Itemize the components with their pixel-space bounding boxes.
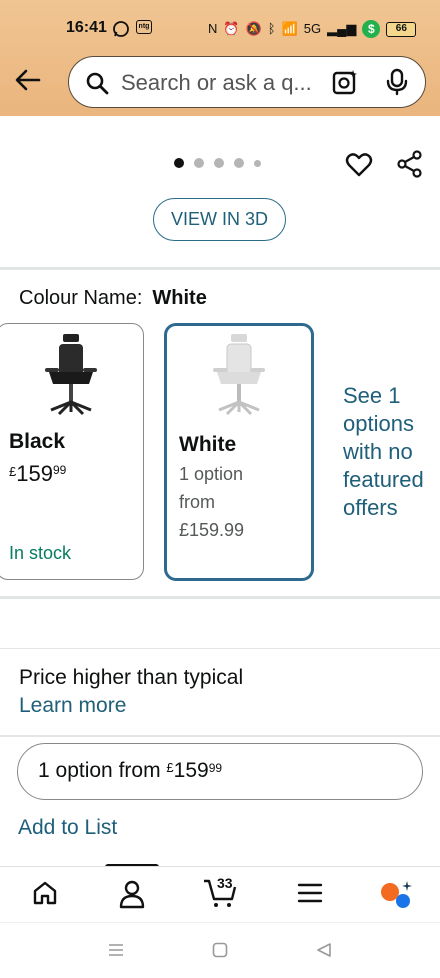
price-note: Price higher than typical xyxy=(19,666,244,689)
swatch-price: £15999 xyxy=(9,461,67,486)
learn-more-link[interactable]: Learn more xyxy=(19,694,126,718)
search-icon xyxy=(86,72,109,95)
option-currency: £ xyxy=(166,760,174,775)
bluetooth-icon: ᛒ xyxy=(267,21,276,36)
option-price-whole: 159 xyxy=(173,759,209,782)
status-bar: 16:41 ntg N ⏰ 🔕 ᛒ 📶 5G ▂▄▆ $ 66 xyxy=(0,16,440,44)
battery-icon: 66 xyxy=(386,21,417,37)
heart-icon[interactable] xyxy=(345,150,373,178)
microphone-icon[interactable] xyxy=(385,68,409,96)
menu-icon[interactable] xyxy=(296,879,324,907)
add-to-list-link[interactable]: Add to List xyxy=(18,816,117,840)
see-options-line: options xyxy=(343,411,414,436)
back-button[interactable] xyxy=(14,66,42,94)
cart-button[interactable]: 33 xyxy=(202,875,238,914)
network-type-icon: 5G xyxy=(303,21,322,36)
carousel-dot[interactable] xyxy=(254,159,261,167)
status-time: 16:41 xyxy=(66,19,107,36)
see-options-line: See 1 xyxy=(343,383,401,408)
carousel-dot[interactable] xyxy=(234,158,244,168)
see-options-line: featured xyxy=(343,467,424,492)
see-options-line: offers xyxy=(343,495,398,520)
account-icon[interactable] xyxy=(118,879,146,909)
search-input[interactable]: Search or ask a q... xyxy=(121,70,312,96)
rufus-icon[interactable] xyxy=(379,879,413,911)
home-button-icon[interactable] xyxy=(212,942,228,958)
section-divider xyxy=(0,735,440,737)
swatch-option-line: from xyxy=(179,492,215,512)
colour-label: Colour Name: xyxy=(19,287,143,309)
section-divider xyxy=(0,267,440,270)
swatch-black[interactable]: Black £15999 In stock xyxy=(0,323,144,580)
app-notification-icon: ntg xyxy=(136,20,152,34)
view-in-3d-button[interactable]: VIEW IN 3D xyxy=(153,198,286,241)
search-bar[interactable]: Search or ask a q... xyxy=(68,56,426,108)
colour-value: White xyxy=(152,287,207,309)
arrow-left-icon xyxy=(15,69,41,91)
section-divider xyxy=(0,648,440,649)
back-triangle-icon[interactable] xyxy=(316,942,332,958)
status-right-icons: N ⏰ 🔕 ᛒ 📶 5G ▂▄▆ $ 66 xyxy=(208,19,417,39)
swatch-name: White xyxy=(179,433,237,456)
swatch-option-price: £159.99 xyxy=(179,520,245,540)
chair-white-image xyxy=(213,334,265,416)
carousel-dot[interactable] xyxy=(174,158,184,168)
recent-apps-icon[interactable] xyxy=(108,943,124,957)
section-divider xyxy=(0,596,440,599)
alarm-icon: ⏰ xyxy=(223,21,240,36)
option-price-fraction: 99 xyxy=(208,761,223,775)
mute-icon: 🔕 xyxy=(245,21,262,36)
whatsapp-icon xyxy=(113,21,129,37)
stock-status: In stock xyxy=(9,543,72,563)
app-header: 16:41 ntg N ⏰ 🔕 ᛒ 📶 5G ▂▄▆ $ 66 Search o… xyxy=(0,0,440,116)
wifi-icon: 📶 xyxy=(281,21,298,36)
see-options-line: with no xyxy=(343,439,413,464)
status-left-icons: ntg xyxy=(112,20,152,38)
signal-icon: ▂▄▆ xyxy=(327,21,357,36)
option-prefix: 1 option from xyxy=(38,759,167,782)
bottom-nav: 33 xyxy=(0,866,440,922)
see-options-link[interactable]: See 1 options with no featured offers xyxy=(343,382,438,522)
swatch-white[interactable]: White 1 option from £159.99 xyxy=(164,323,314,581)
home-icon[interactable] xyxy=(31,879,59,907)
image-carousel-dots xyxy=(174,158,261,168)
swatch-option-line: 1 option xyxy=(179,464,244,484)
share-icon[interactable] xyxy=(396,150,424,178)
swatch-name: Black xyxy=(9,430,66,453)
carousel-dot[interactable] xyxy=(194,158,204,168)
carousel-dot[interactable] xyxy=(214,158,224,168)
dollar-badge-icon: $ xyxy=(362,20,381,38)
colour-name-row: Colour Name: White xyxy=(19,287,207,310)
cart-count: 33 xyxy=(217,875,233,891)
chair-black-image xyxy=(45,334,97,416)
system-navigation-bar xyxy=(0,922,440,978)
nfc-icon: N xyxy=(208,21,218,36)
option-from-button[interactable]: 1 option from £15999 xyxy=(17,743,423,800)
camera-search-icon[interactable] xyxy=(331,68,359,96)
